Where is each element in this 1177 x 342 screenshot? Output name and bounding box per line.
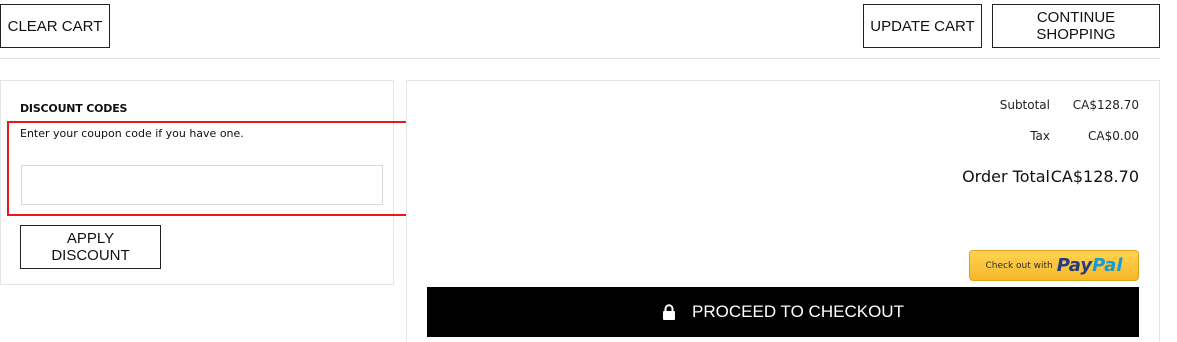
tax-value: CA$0.00	[1088, 129, 1139, 143]
order-total-label: Order Total	[962, 167, 1050, 186]
checkout-label: PROCEED TO CHECKOUT	[692, 302, 904, 321]
paypal-prefix: Check out with	[985, 260, 1053, 271]
paypal-logo-pay: Pay	[1056, 255, 1093, 276]
continue-shopping-button[interactable]: CONTINUE SHOPPING	[992, 4, 1160, 48]
clear-cart-button[interactable]: CLEAR CART	[0, 4, 110, 48]
discount-title: DISCOUNT CODES	[20, 102, 128, 115]
order-total-value: CA$128.70	[1050, 167, 1139, 186]
paypal-logo-pal: Pal	[1092, 255, 1123, 276]
paypal-logo: PayPal	[1057, 255, 1123, 276]
highlight-box	[7, 121, 436, 216]
subtotal-value: CA$128.70	[1072, 98, 1139, 112]
proceed-to-checkout-button[interactable]: PROCEED TO CHECKOUT	[427, 287, 1139, 337]
update-cart-button[interactable]: UPDATE CART	[863, 4, 982, 48]
apply-discount-button[interactable]: APPLY DISCOUNT	[20, 225, 161, 269]
subtotal-label: Subtotal	[999, 98, 1050, 112]
paypal-checkout-button[interactable]: Check out with PayPal	[969, 250, 1139, 281]
tax-label: Tax	[1030, 129, 1050, 143]
lock-icon	[662, 304, 676, 320]
header-divider	[0, 58, 1160, 59]
